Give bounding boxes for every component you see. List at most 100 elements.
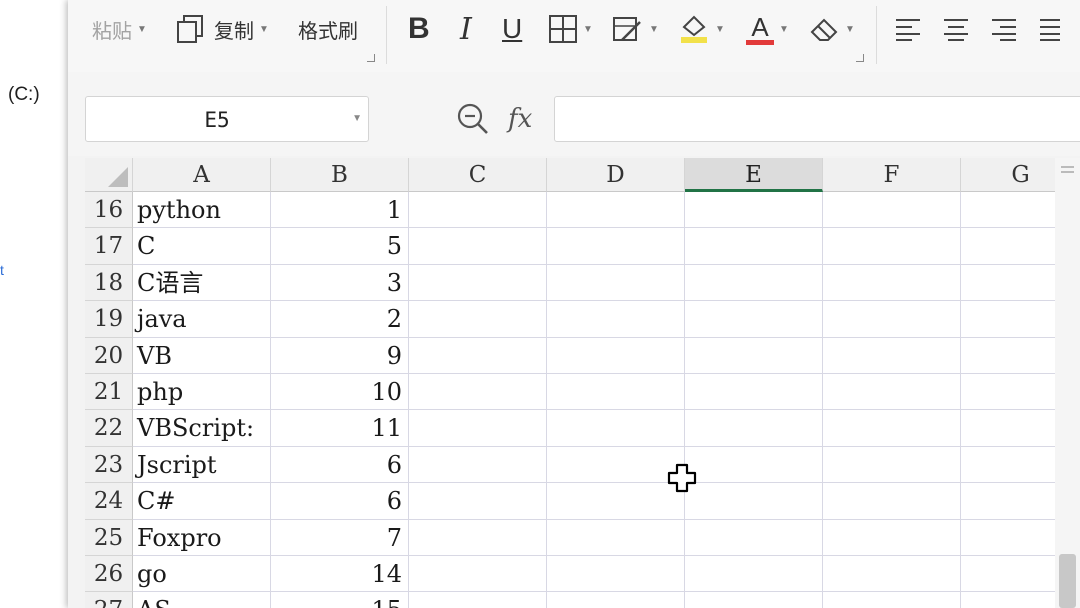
cell-d[interactable]	[547, 556, 685, 593]
cell-g[interactable]	[961, 301, 1055, 338]
clear-format-button[interactable]: ▼	[808, 14, 855, 44]
name-box[interactable]: E5 ▼	[85, 96, 369, 142]
cell-d[interactable]	[547, 374, 685, 411]
row-header[interactable]: 24	[85, 483, 133, 520]
cell-f[interactable]	[823, 483, 961, 520]
cell-g[interactable]	[961, 338, 1055, 374]
cell-d[interactable]	[547, 337, 685, 374]
cell-a[interactable]: Jscript	[133, 446, 271, 484]
formula-input[interactable]	[554, 96, 1080, 142]
cell-d[interactable]	[547, 192, 685, 229]
cell-c[interactable]	[409, 374, 547, 411]
cell-a[interactable]: AS	[133, 592, 271, 608]
cell-a[interactable]: java	[133, 301, 271, 338]
cell-f[interactable]	[823, 446, 961, 484]
zoom-icon[interactable]	[456, 102, 490, 136]
vertical-scrollbar[interactable]	[1055, 158, 1080, 608]
cell-c[interactable]	[409, 446, 547, 484]
spreadsheet-grid[interactable]: A B C D E F G 16 python 1 17 C 5 18 C语言 3 19 java 2 20 VB 9 21…	[85, 158, 1055, 608]
column-header-g[interactable]: G	[961, 158, 1055, 192]
bold-button[interactable]: B	[408, 12, 430, 45]
row-header[interactable]: 21	[85, 374, 133, 411]
cell-f[interactable]	[823, 337, 961, 374]
cell-d[interactable]	[547, 446, 685, 484]
column-header-f[interactable]: F	[823, 158, 961, 192]
cell-e[interactable]	[685, 519, 823, 556]
cell-c[interactable]	[409, 519, 547, 556]
cell-f[interactable]	[823, 301, 961, 338]
cell-c[interactable]	[409, 556, 547, 593]
cell-format-button[interactable]: ▼	[612, 14, 659, 44]
cell-c[interactable]	[409, 192, 547, 229]
cell-a[interactable]: Foxpro	[133, 519, 271, 556]
column-header-c[interactable]: C	[409, 158, 547, 192]
cell-a[interactable]: VB	[133, 337, 271, 374]
cell-g[interactable]	[961, 483, 1055, 520]
row-header[interactable]: 20	[85, 337, 133, 374]
cell-f[interactable]	[823, 264, 961, 302]
chevron-down-icon[interactable]: ▼	[583, 24, 593, 35]
scrollbar-thumb[interactable]	[1059, 554, 1076, 608]
cell-e[interactable]	[685, 301, 823, 338]
cell-f[interactable]	[823, 519, 961, 556]
cell-d[interactable]	[547, 410, 685, 447]
cell-a[interactable]: C#	[133, 483, 271, 520]
cell-e[interactable]	[685, 374, 823, 411]
row-header[interactable]: 26	[85, 556, 133, 593]
cell-b[interactable]: 14	[271, 556, 409, 593]
format-painter-button[interactable]: 格式刷	[298, 14, 358, 44]
cell-a[interactable]: C语言	[133, 264, 271, 302]
font-color-button[interactable]: A ▼	[746, 14, 789, 45]
row-header[interactable]: 16	[85, 192, 133, 229]
chevron-down-icon[interactable]: ▼	[137, 24, 147, 35]
cell-b[interactable]: 1	[271, 192, 409, 229]
row-header[interactable]: 18	[85, 264, 133, 302]
cell-c[interactable]	[409, 264, 547, 302]
cell-c[interactable]	[409, 337, 547, 374]
cell-f[interactable]	[823, 592, 961, 608]
split-handle-icon[interactable]	[1061, 166, 1074, 168]
row-header[interactable]: 27	[85, 592, 133, 608]
cell-b[interactable]: 6	[271, 446, 409, 484]
justify-button[interactable]	[1038, 14, 1060, 44]
cell-g[interactable]	[961, 520, 1055, 556]
row-header[interactable]: 23	[85, 446, 133, 484]
fx-icon[interactable]: fx	[508, 104, 532, 134]
cell-d[interactable]	[547, 519, 685, 556]
underline-button[interactable]: U	[502, 13, 522, 44]
cell-b[interactable]: 15	[271, 592, 409, 608]
italic-button[interactable]: I	[460, 12, 472, 47]
align-center-button[interactable]	[942, 14, 970, 44]
column-header-e[interactable]: E	[685, 158, 823, 192]
cell-e[interactable]	[685, 483, 823, 520]
cell-e[interactable]	[685, 264, 823, 302]
row-header[interactable]: 25	[85, 519, 133, 556]
cell-d[interactable]	[547, 264, 685, 302]
cell-c[interactable]	[409, 410, 547, 447]
cell-b[interactable]: 2	[271, 301, 409, 338]
cell-e[interactable]	[685, 228, 823, 265]
cell-b[interactable]: 10	[271, 374, 409, 411]
cell-g[interactable]	[961, 410, 1055, 447]
select-all-button[interactable]	[85, 158, 133, 192]
cell-g[interactable]	[961, 592, 1055, 608]
row-header[interactable]: 22	[85, 410, 133, 447]
column-header-d[interactable]: D	[547, 158, 685, 192]
cell-c[interactable]	[409, 483, 547, 520]
paste-button[interactable]: 粘贴 ▼	[92, 14, 147, 44]
cell-g[interactable]	[961, 447, 1055, 484]
align-right-button[interactable]	[990, 14, 1018, 44]
chevron-down-icon[interactable]: ▼	[352, 113, 362, 124]
cell-b[interactable]: 7	[271, 519, 409, 556]
cell-e[interactable]	[685, 410, 823, 447]
chevron-down-icon[interactable]: ▼	[259, 24, 269, 35]
row-header[interactable]: 17	[85, 228, 133, 265]
cell-a[interactable]: python	[133, 192, 271, 229]
cell-b[interactable]: 3	[271, 264, 409, 302]
cell-c[interactable]	[409, 592, 547, 608]
cell-d[interactable]	[547, 228, 685, 265]
cell-a[interactable]: VBScript:	[133, 410, 271, 447]
group-expand-icon[interactable]	[856, 54, 864, 62]
cell-g[interactable]	[961, 265, 1055, 302]
cell-e[interactable]	[685, 337, 823, 374]
